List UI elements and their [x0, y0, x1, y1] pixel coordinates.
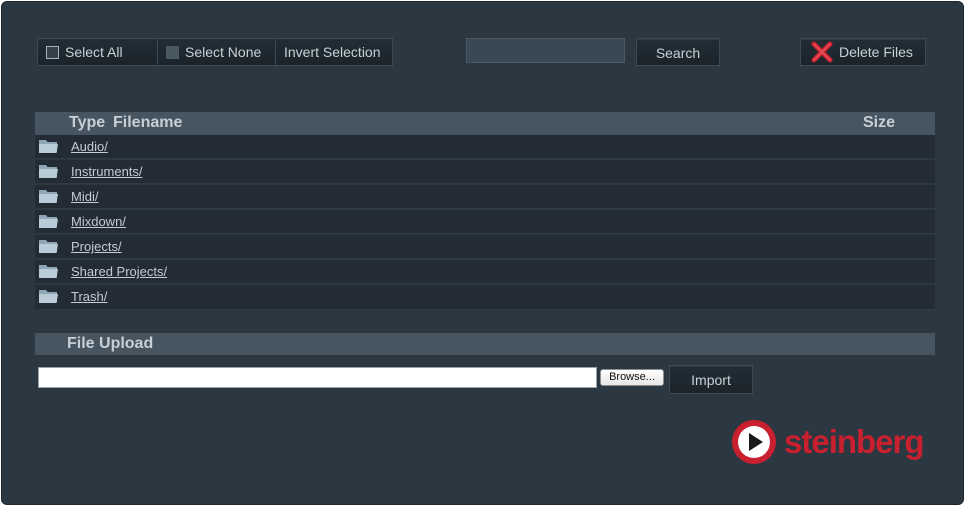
import-button-label: Import — [691, 372, 731, 388]
file-link[interactable]: Instruments/ — [71, 160, 143, 184]
folder-icon — [39, 165, 58, 178]
import-button[interactable]: Import — [669, 365, 753, 394]
folder-icon — [39, 190, 58, 203]
file-link[interactable]: Projects/ — [71, 235, 122, 259]
select-none-label: Select None — [185, 44, 262, 60]
folder-icon — [39, 240, 58, 253]
select-all-button[interactable]: Select All — [37, 38, 158, 66]
table-row[interactable]: Audio/ — [35, 135, 935, 159]
selection-toolbar: Select All Select None Invert Selection — [37, 38, 393, 66]
column-header-size[interactable]: Size — [863, 112, 895, 134]
table-row[interactable]: Instruments/ — [35, 160, 935, 184]
file-link[interactable]: Shared Projects/ — [71, 260, 167, 284]
column-header-filename[interactable]: Filename — [113, 112, 182, 134]
folder-icon — [39, 215, 58, 228]
invert-selection-button[interactable]: Invert Selection — [276, 38, 393, 66]
browse-button[interactable]: Browse... — [600, 369, 664, 386]
table-row[interactable]: Mixdown/ — [35, 210, 935, 234]
column-header-type[interactable]: Type — [69, 112, 105, 134]
checkbox-empty-icon — [46, 45, 59, 59]
folder-icon — [39, 140, 58, 153]
search-button-label: Search — [655, 45, 701, 61]
delete-x-icon — [811, 41, 833, 63]
browse-button-label: Browse... — [609, 371, 655, 383]
folder-icon — [39, 265, 58, 278]
steinberg-logo: steinberg — [730, 418, 930, 466]
table-row[interactable]: Projects/ — [35, 235, 935, 259]
file-manager-panel: Select All Select None Invert Selection … — [1, 1, 964, 505]
file-upload-header: File Upload — [35, 333, 935, 355]
search-input[interactable] — [466, 38, 625, 63]
file-upload-title: File Upload — [67, 335, 154, 352]
play-logo-icon — [732, 420, 776, 464]
delete-files-label: Delete Files — [839, 44, 913, 60]
upload-file-field[interactable] — [38, 367, 597, 388]
folder-icon — [39, 290, 58, 303]
checkbox-filled-icon — [166, 45, 179, 59]
file-link[interactable]: Midi/ — [71, 185, 98, 209]
file-link[interactable]: Audio/ — [71, 135, 108, 159]
select-none-button[interactable]: Select None — [158, 38, 276, 66]
file-table-header: Type Filename Size — [35, 112, 935, 135]
table-row[interactable]: Trash/ — [35, 285, 935, 310]
invert-selection-label: Invert Selection — [284, 44, 381, 60]
steinberg-wordmark: steinberg — [784, 423, 925, 460]
file-link[interactable]: Trash/ — [71, 285, 107, 309]
table-row[interactable]: Shared Projects/ — [35, 260, 935, 284]
delete-files-button[interactable]: Delete Files — [800, 38, 926, 66]
file-link[interactable]: Mixdown/ — [71, 210, 126, 234]
table-row[interactable]: Midi/ — [35, 185, 935, 209]
search-button[interactable]: Search — [636, 38, 720, 66]
select-all-label: Select All — [65, 44, 123, 60]
